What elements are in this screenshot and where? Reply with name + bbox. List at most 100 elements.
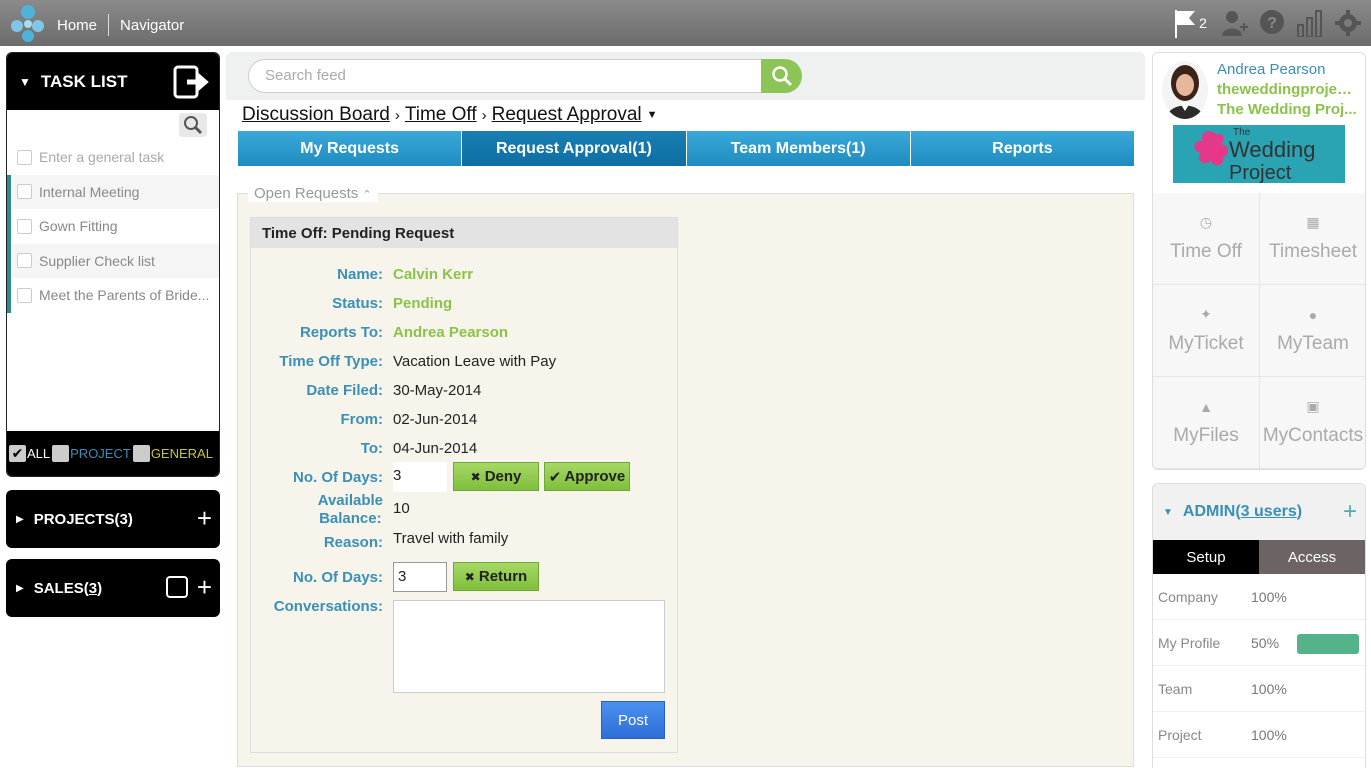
field-value: Andrea Pearson	[393, 324, 509, 341]
projects-panel[interactable]: ▶ PROJECTS(3) +	[6, 490, 220, 548]
filter-project-checkbox[interactable]	[52, 445, 70, 462]
filter-project-label[interactable]: PROJECT	[70, 446, 131, 461]
tab-team-members[interactable]: Team Members(1)	[686, 131, 911, 166]
tile-myteam[interactable]: ● MyTeam	[1260, 285, 1365, 377]
tab-my-requests[interactable]: My Requests	[238, 131, 463, 166]
post-button[interactable]: Post	[601, 701, 665, 739]
app-logo-icon[interactable]	[8, 2, 48, 44]
recycle-icon: ▲	[1199, 398, 1213, 415]
main-content: Search feed Discussion Board › Time Off …	[226, 52, 1145, 768]
profile-company[interactable]: The Wedding Proj...	[1217, 101, 1359, 118]
task-search-row	[7, 110, 219, 140]
list-item[interactable]: Supplier Check list	[7, 243, 219, 278]
add-project-icon[interactable]: +	[197, 504, 212, 532]
deny-button[interactable]: ✖ Deny	[453, 462, 539, 491]
collapse-triangle-icon[interactable]: ▼	[19, 75, 31, 89]
search-icon[interactable]	[179, 113, 207, 137]
task-list-header[interactable]: ▼ TASK LIST	[7, 53, 219, 110]
setup-row-team[interactable]: Team 100%	[1153, 666, 1365, 712]
task-checkbox[interactable]	[17, 149, 32, 165]
nav-divider	[108, 14, 110, 36]
settings-gear-icon[interactable]	[1333, 7, 1363, 39]
task-label: Internal Meeting	[39, 183, 140, 200]
tab-request-approval[interactable]: Request Approval(1)	[462, 131, 687, 166]
close-icon: ✖	[464, 569, 475, 584]
tab-setup[interactable]: Setup	[1153, 540, 1259, 574]
setup-row-company[interactable]: Company 100%	[1153, 574, 1365, 620]
new-task-input[interactable]: Enter a general task	[7, 140, 219, 175]
admin-panel: ▼ ADMIN(3 users) + Setup Access Company …	[1152, 483, 1366, 768]
expand-triangle-icon[interactable]: ▶	[16, 514, 24, 525]
search-input[interactable]: Search feed	[248, 59, 762, 93]
tile-myfiles[interactable]: ▲ MyFiles	[1153, 377, 1260, 469]
chevron-up-icon: ⌃	[362, 189, 372, 201]
field-status: Status: Pending	[251, 295, 677, 317]
open-requests-toggle[interactable]: Open Requests ⌃	[248, 185, 378, 202]
setup-row-project[interactable]: Project 100%	[1153, 712, 1365, 758]
field-label: Reason:	[323, 534, 383, 551]
tile-timesheet[interactable]: ▦ Timesheet	[1260, 193, 1365, 285]
nav-navigator[interactable]: Navigator	[120, 17, 184, 34]
svg-text:Project: Project	[1229, 162, 1292, 183]
flag-icon[interactable]: 2	[1169, 7, 1211, 39]
return-button[interactable]: ✖ Return	[453, 562, 539, 591]
setup-row-percent: 100%	[1251, 726, 1287, 743]
task-checkbox[interactable]	[17, 218, 32, 234]
expand-triangle-icon[interactable]: ▶	[16, 583, 24, 594]
breadcrumb-time-off[interactable]: Time Off	[405, 104, 477, 126]
list-item[interactable]: Meet the Parents of Bride...	[7, 278, 219, 313]
nav-home[interactable]: Home	[57, 17, 97, 34]
help-icon[interactable]: ?	[1257, 7, 1287, 39]
tab-reports[interactable]: Reports	[910, 131, 1134, 166]
admin-users-link[interactable]: 3 users	[1241, 503, 1297, 520]
admin-tabs: Setup Access	[1153, 540, 1365, 574]
filter-all-label[interactable]: ALL	[27, 446, 50, 461]
add-admin-icon[interactable]: +	[1343, 498, 1357, 526]
days-input[interactable]: 3	[393, 462, 447, 492]
stats-icon[interactable]	[1295, 7, 1325, 39]
tile-time-off[interactable]: ◷ Time Off	[1153, 193, 1260, 285]
breadcrumb-request-approval[interactable]: Request Approval	[492, 104, 642, 126]
field-label: Name:	[337, 266, 383, 283]
check-icon: ✔	[548, 468, 562, 486]
profile-site[interactable]: theweddingproject...	[1217, 81, 1359, 98]
return-days-input[interactable]: 3	[393, 562, 447, 592]
collapse-triangle-icon[interactable]: ▼	[1163, 507, 1173, 518]
field-value: Travel with family	[393, 530, 509, 547]
add-user-icon[interactable]	[1219, 7, 1249, 39]
task-checkbox[interactable]	[17, 253, 32, 269]
list-item[interactable]: Internal Meeting	[7, 174, 219, 209]
tile-myticket[interactable]: ✦ MyTicket	[1153, 285, 1260, 377]
add-sale-icon[interactable]: +	[197, 573, 212, 601]
profile-progress-bar	[1297, 634, 1359, 654]
breadcrumb-discussion-board[interactable]: Discussion Board	[242, 104, 390, 126]
profile-name[interactable]: Andrea Pearson	[1217, 61, 1325, 78]
app-tiles: ◷ Time Off ▦ Timesheet ✦ MyTicket ● MyTeam ▲…	[1153, 193, 1365, 469]
task-checkbox[interactable]	[17, 184, 32, 200]
setup-row-label: My Profile	[1158, 634, 1221, 651]
field-value: 10	[393, 500, 410, 517]
task-checkbox[interactable]	[17, 287, 32, 303]
exit-icon[interactable]	[173, 65, 211, 99]
approve-button[interactable]: ✔ Approve	[544, 462, 630, 491]
search-button[interactable]	[761, 59, 802, 93]
field-label: No. Of Days:	[292, 569, 383, 586]
tile-mycontacts[interactable]: ▣ MyContacts	[1260, 377, 1365, 469]
field-value: 30-May-2014	[393, 382, 482, 399]
filter-general-label[interactable]: GENERAL	[151, 446, 213, 461]
admin-header[interactable]: ▼ ADMIN(3 users) +	[1153, 484, 1365, 540]
chevron-down-icon[interactable]: ▼	[647, 109, 658, 121]
list-item[interactable]: Gown Fitting	[7, 209, 219, 244]
avatar[interactable]	[1162, 61, 1208, 119]
setup-row-my-profile[interactable]: My Profile 50%	[1153, 620, 1365, 666]
filter-general-checkbox[interactable]	[132, 445, 150, 462]
breadcrumb-separator-icon: ›	[481, 106, 487, 124]
conversation-textarea[interactable]	[393, 600, 665, 693]
flag-count: 2	[1199, 15, 1207, 31]
sales-title: SALES(3)	[33, 579, 103, 597]
contact-card-icon[interactable]	[166, 576, 188, 598]
tab-access[interactable]: Access	[1259, 540, 1365, 574]
field-balance: Available Balance: 10	[251, 492, 677, 528]
filter-all-checkbox[interactable]: ✔	[9, 445, 26, 462]
sales-panel[interactable]: ▶ SALES(3) +	[6, 559, 220, 617]
